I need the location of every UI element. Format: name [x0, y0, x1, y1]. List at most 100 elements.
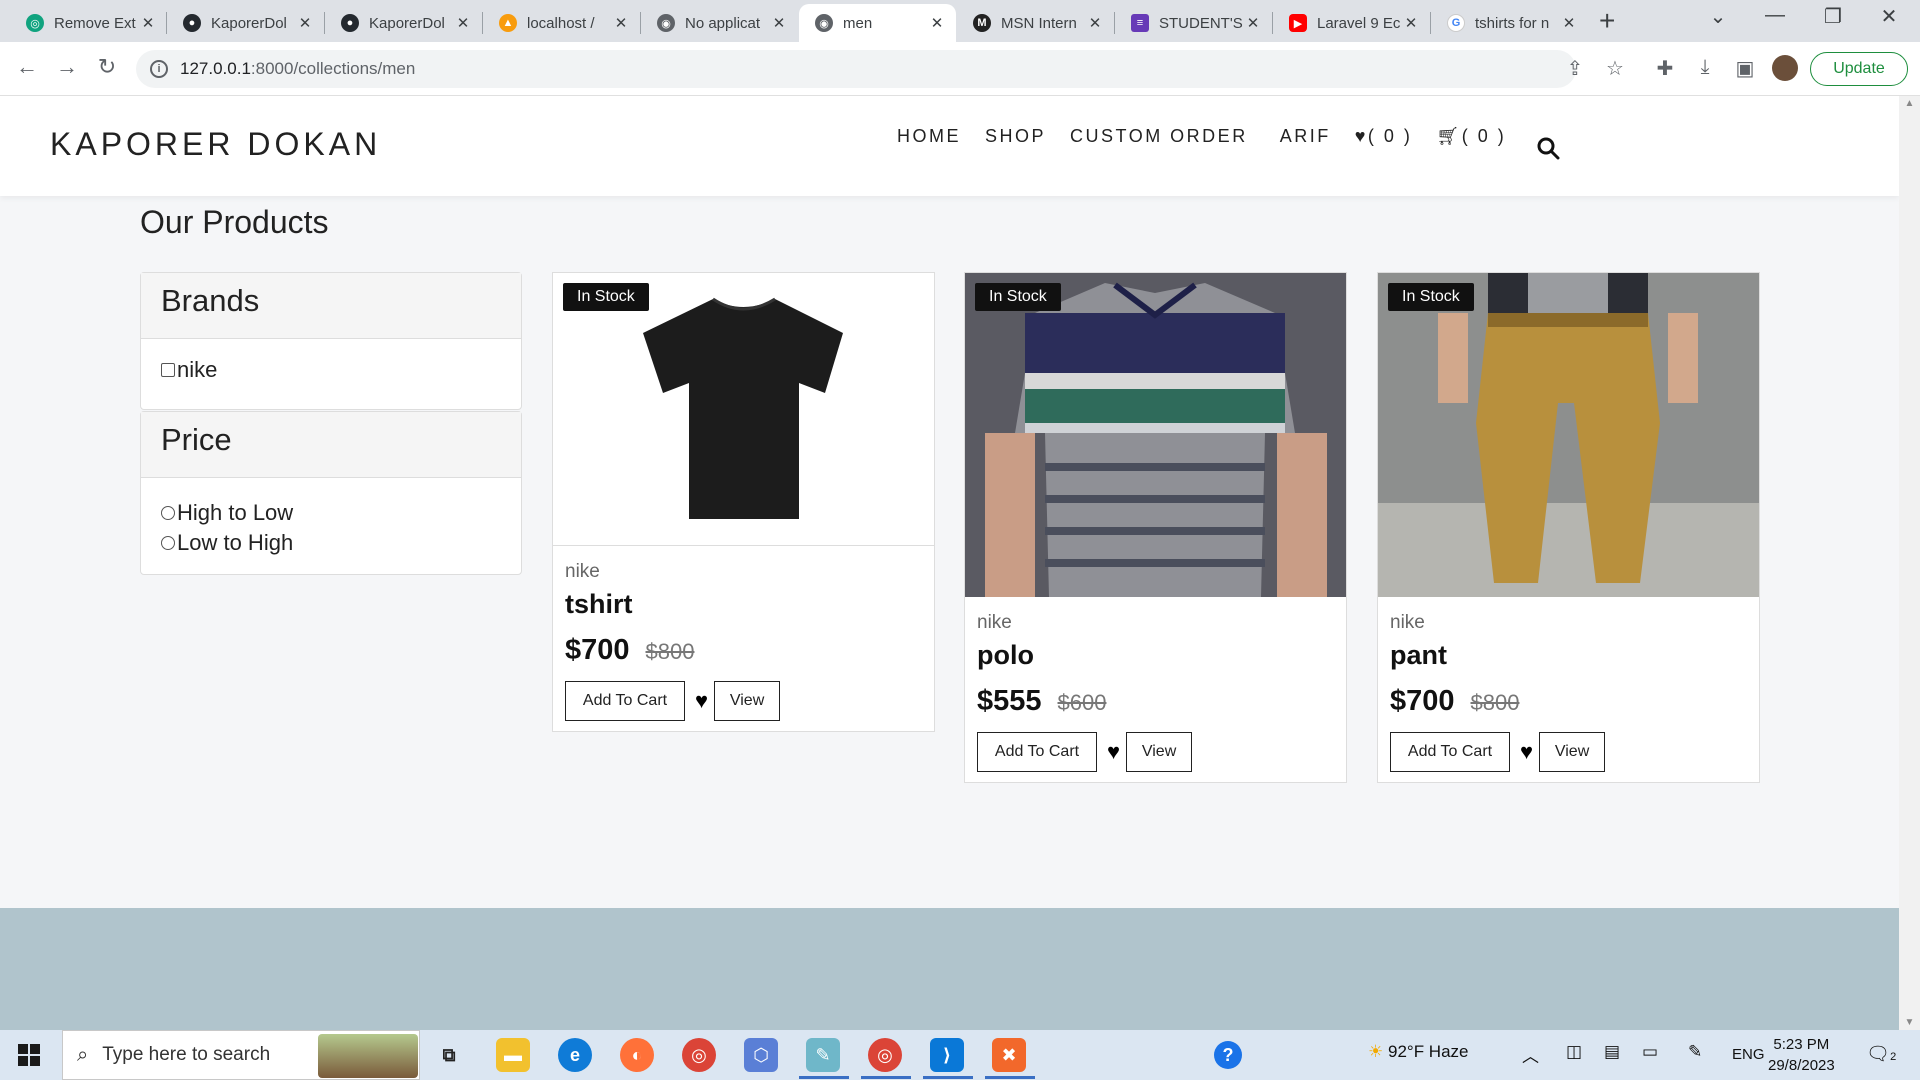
- close-tab-icon[interactable]: ✕: [1402, 14, 1420, 32]
- nav-home-link[interactable]: HOME: [897, 126, 961, 147]
- windows-start-icon[interactable]: [18, 1044, 40, 1066]
- chrome-active-icon[interactable]: ◎: [868, 1038, 902, 1072]
- browser-tab[interactable]: ≡ STUDENT'S ✕: [1115, 4, 1272, 42]
- browser-tab[interactable]: ▶ Laravel 9 Ec ✕: [1273, 4, 1430, 42]
- browser-tab[interactable]: M MSN Intern ✕: [957, 4, 1114, 42]
- product-card: In Stock nike pant $700 $800 Add To Cart…: [1377, 272, 1760, 783]
- globe-icon: ◉: [815, 14, 833, 32]
- browser-tab[interactable]: ◉ No applicat ✕: [641, 4, 798, 42]
- extensions-icon[interactable]: ✚: [1652, 56, 1678, 81]
- wishlist-heart-icon[interactable]: ♥: [695, 688, 708, 714]
- close-tab-icon[interactable]: ✕: [139, 14, 157, 32]
- app-cube-icon[interactable]: ⬡: [744, 1038, 778, 1072]
- tray-app-icon[interactable]: ◫: [1566, 1042, 1582, 1062]
- pen-icon[interactable]: ✎: [1688, 1042, 1702, 1062]
- download-icon[interactable]: ⤓: [1692, 56, 1718, 79]
- notepad-icon[interactable]: ✎: [806, 1038, 840, 1072]
- brand-option[interactable]: nike: [161, 355, 501, 385]
- browser-tab[interactable]: ● KaporerDol ✕: [167, 4, 324, 42]
- close-tab-icon[interactable]: ✕: [612, 14, 630, 32]
- update-button[interactable]: Update: [1810, 52, 1908, 86]
- nav-wishlist-link[interactable]: ♥( 0 ): [1355, 126, 1413, 147]
- tray-chevron-icon[interactable]: ︿: [1522, 1042, 1539, 1067]
- tab-title: men: [843, 14, 873, 32]
- price-filter: Price High to Low Low to High: [140, 411, 522, 575]
- price-radio[interactable]: [161, 506, 175, 520]
- chrome-icon[interactable]: ◎: [682, 1038, 716, 1072]
- view-button[interactable]: View: [1539, 732, 1606, 772]
- side-panel-icon[interactable]: ▣: [1732, 56, 1758, 81]
- view-button[interactable]: View: [1126, 732, 1193, 772]
- close-tab-icon[interactable]: ✕: [1086, 14, 1104, 32]
- profile-avatar[interactable]: [1772, 55, 1798, 81]
- price-radio[interactable]: [161, 536, 175, 550]
- task-view-icon[interactable]: ⧉: [432, 1038, 466, 1072]
- product-image[interactable]: In Stock: [965, 273, 1346, 597]
- close-tab-icon[interactable]: ✕: [928, 14, 946, 32]
- close-window-button[interactable]: ✕: [1866, 4, 1912, 29]
- scroll-down-arrow-icon[interactable]: ▼: [1899, 1017, 1920, 1028]
- network-icon[interactable]: ▤: [1604, 1042, 1620, 1062]
- product-image[interactable]: In Stock: [1378, 273, 1759, 597]
- file-explorer-icon[interactable]: ▬: [496, 1038, 530, 1072]
- browser-tab[interactable]: ▲ localhost / ✕: [483, 4, 640, 42]
- help-icon[interactable]: ?: [1214, 1041, 1242, 1069]
- product-name[interactable]: tshirt: [565, 589, 922, 620]
- close-tab-icon[interactable]: ✕: [1244, 14, 1262, 32]
- add-to-cart-button[interactable]: Add To Cart: [565, 681, 685, 721]
- weather-widget[interactable]: ☀ 92°F Haze: [1368, 1042, 1469, 1062]
- search-highlight-image[interactable]: [318, 1034, 418, 1078]
- vscode-icon[interactable]: ⟩: [930, 1038, 964, 1072]
- brand-checkbox[interactable]: [161, 363, 175, 377]
- product-name[interactable]: pant: [1390, 640, 1747, 671]
- wishlist-heart-icon[interactable]: ♥: [1520, 739, 1533, 765]
- wishlist-heart-icon[interactable]: ♥: [1107, 739, 1120, 765]
- scroll-up-arrow-icon[interactable]: ▲: [1899, 98, 1920, 109]
- close-tab-icon[interactable]: ✕: [454, 14, 472, 32]
- xampp-icon[interactable]: ✖: [992, 1038, 1026, 1072]
- share-icon[interactable]: ⇪: [1562, 56, 1588, 81]
- battery-icon[interactable]: ▭: [1642, 1042, 1658, 1062]
- product-name[interactable]: polo: [977, 640, 1334, 671]
- minimize-button[interactable]: —: [1752, 4, 1798, 27]
- reload-button[interactable]: ↻: [92, 54, 122, 80]
- nav-cart-link[interactable]: 🛒︎( 0 ): [1436, 126, 1506, 147]
- language-indicator[interactable]: ENG: [1732, 1046, 1765, 1063]
- firefox-icon[interactable]: ◐: [620, 1038, 654, 1072]
- browser-tab-active[interactable]: ◉ men ✕: [799, 4, 956, 42]
- view-button[interactable]: View: [714, 681, 781, 721]
- browser-tab[interactable]: G tshirts for n ✕: [1431, 4, 1588, 42]
- close-tab-icon[interactable]: ✕: [1560, 14, 1578, 32]
- product-image[interactable]: In Stock: [553, 273, 934, 546]
- edge-icon[interactable]: e: [558, 1038, 592, 1072]
- stock-badge: In Stock: [563, 283, 649, 311]
- price-option[interactable]: Low to High: [161, 528, 501, 558]
- forward-button[interactable]: →: [52, 54, 82, 80]
- close-tab-icon[interactable]: ✕: [770, 14, 788, 32]
- brand-option-label: nike: [177, 357, 218, 382]
- page-scrollbar[interactable]: ▲ ▼: [1899, 96, 1920, 1030]
- search-icon[interactable]: [1536, 136, 1560, 167]
- site-logo[interactable]: KAPORER DOKAN: [50, 126, 381, 163]
- tab-title: localhost /: [527, 14, 595, 32]
- taskbar-clock[interactable]: 5:23 PM 29/8/2023: [1768, 1034, 1835, 1076]
- bookmark-star-icon[interactable]: ☆: [1602, 56, 1628, 81]
- browser-tab[interactable]: ● KaporerDol ✕: [325, 4, 482, 42]
- nav-user-link[interactable]: ARIF: [1280, 126, 1331, 147]
- restore-button[interactable]: ❐: [1810, 4, 1856, 29]
- back-button[interactable]: ←: [12, 54, 42, 80]
- tab-title: Remove Ext: [54, 14, 136, 32]
- new-tab-button[interactable]: +: [1599, 6, 1615, 36]
- nav-custom-order-link[interactable]: CUSTOM ORDER: [1070, 126, 1248, 147]
- notifications-icon[interactable]: 🗨︎2: [1866, 1042, 1896, 1066]
- close-tab-icon[interactable]: ✕: [296, 14, 314, 32]
- add-to-cart-button[interactable]: Add To Cart: [977, 732, 1097, 772]
- browser-tab[interactable]: ◎ Remove Ext ✕: [10, 4, 167, 42]
- tab-search-chevron-icon[interactable]: ⌄: [1695, 4, 1741, 29]
- address-bar[interactable]: i 127.0.0.1:8000/collections/men: [136, 50, 1576, 88]
- price-option[interactable]: High to Low: [161, 498, 501, 528]
- site-info-icon[interactable]: i: [150, 60, 168, 78]
- nav-shop-link[interactable]: SHOP: [985, 126, 1046, 147]
- tab-title: No applicat: [685, 14, 761, 32]
- add-to-cart-button[interactable]: Add To Cart: [1390, 732, 1510, 772]
